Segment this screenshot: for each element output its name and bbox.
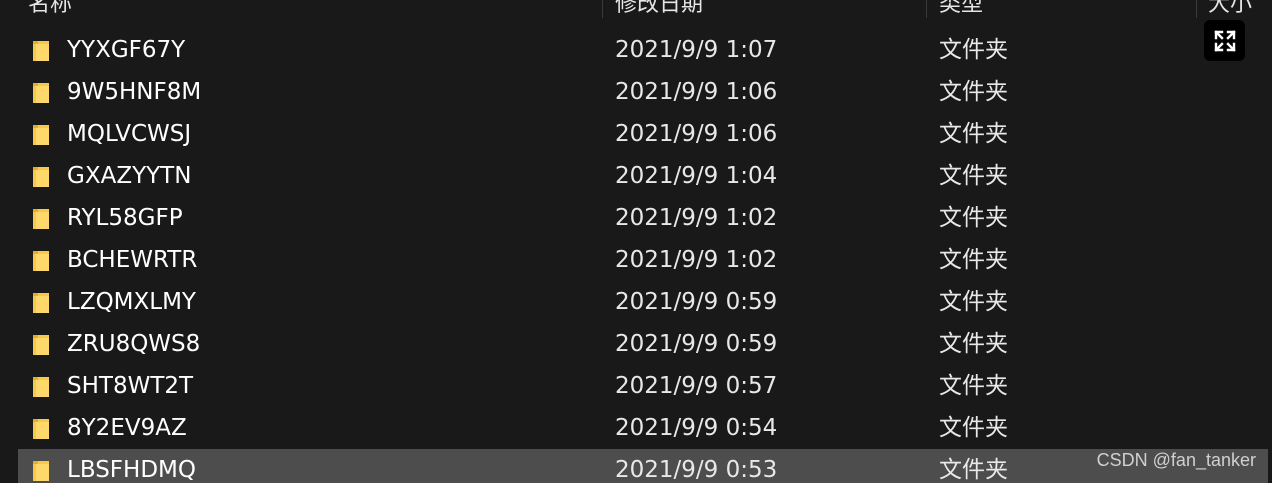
- folder-icon: [30, 249, 52, 273]
- file-name[interactable]: MQLVCWSJ: [67, 113, 191, 155]
- file-name[interactable]: 8Y2EV9AZ: [67, 407, 187, 449]
- folder-icon: [30, 291, 52, 315]
- column-header-bar: 名称 修改日期 类型 大小: [0, 0, 1272, 18]
- folder-icon: [30, 39, 52, 63]
- folder-icon: [30, 81, 52, 105]
- column-divider[interactable]: [1196, 0, 1197, 18]
- file-modified-date: 2021/9/9 0:53: [615, 457, 778, 483]
- column-header-name[interactable]: 名称: [28, 0, 72, 18]
- column-divider[interactable]: [926, 0, 927, 18]
- file-modified-date: 2021/9/9 0:59: [615, 289, 778, 315]
- file-row[interactable]: RYL58GFP 2021/9/9 1:02 文件夹: [18, 197, 1268, 239]
- file-name[interactable]: RYL58GFP: [67, 197, 183, 239]
- file-name[interactable]: 9W5HNF8M: [67, 71, 201, 113]
- file-type: 文件夹: [939, 79, 1008, 105]
- column-divider[interactable]: [602, 0, 603, 18]
- file-type: 文件夹: [939, 331, 1008, 357]
- file-modified-date: 2021/9/9 0:59: [615, 331, 778, 357]
- file-type: 文件夹: [939, 415, 1008, 441]
- folder-icon: [30, 207, 52, 231]
- file-row[interactable]: ZRU8QWS8 2021/9/9 0:59 文件夹: [18, 323, 1268, 365]
- column-header-type[interactable]: 类型: [939, 0, 983, 18]
- file-name[interactable]: SHT8WT2T: [67, 365, 193, 407]
- folder-icon: [30, 123, 52, 147]
- watermark: CSDN @fan_tanker: [1096, 450, 1256, 470]
- folder-icon: [30, 333, 52, 357]
- file-list: YYXGF67Y 2021/9/9 1:07 文件夹 9W5HNF8M 2021/9/9…: [0, 29, 1272, 483]
- file-modified-date: 2021/9/9 1:02: [615, 205, 778, 231]
- file-type: 文件夹: [939, 121, 1008, 147]
- file-name[interactable]: LZQMXLMY: [67, 281, 196, 323]
- file-type: 文件夹: [939, 457, 1008, 483]
- file-type: 文件夹: [939, 247, 1008, 273]
- file-type: 文件夹: [939, 373, 1008, 399]
- folder-icon: [30, 165, 52, 189]
- file-type: 文件夹: [939, 37, 1008, 63]
- file-modified-date: 2021/9/9 1:02: [615, 247, 778, 273]
- file-row[interactable]: GXAZYYTN 2021/9/9 1:04 文件夹: [18, 155, 1268, 197]
- folder-icon: [30, 375, 52, 399]
- file-row[interactable]: YYXGF67Y 2021/9/9 1:07 文件夹: [18, 29, 1268, 71]
- file-row[interactable]: BCHEWRTR 2021/9/9 1:02 文件夹: [18, 239, 1268, 281]
- file-type: 文件夹: [939, 289, 1008, 315]
- folder-icon: [30, 417, 52, 441]
- file-row[interactable]: LZQMXLMY 2021/9/9 0:59 文件夹: [18, 281, 1268, 323]
- file-modified-date: 2021/9/9 0:54: [615, 415, 778, 441]
- file-name[interactable]: ZRU8QWS8: [67, 323, 200, 365]
- file-name[interactable]: LBSFHDMQ: [67, 449, 196, 483]
- file-name[interactable]: GXAZYYTN: [67, 155, 191, 197]
- file-modified-date: 2021/9/9 0:57: [615, 373, 778, 399]
- expand-button[interactable]: [1204, 20, 1245, 61]
- file-row[interactable]: LBSFHDMQ 2021/9/9 0:53 文件夹: [18, 449, 1268, 483]
- file-row[interactable]: MQLVCWSJ 2021/9/9 1:06 文件夹: [18, 113, 1268, 155]
- file-modified-date: 2021/9/9 1:06: [615, 79, 778, 105]
- file-row[interactable]: 8Y2EV9AZ 2021/9/9 0:54 文件夹: [18, 407, 1268, 449]
- file-modified-date: 2021/9/9 1:07: [615, 37, 778, 63]
- file-type: 文件夹: [939, 163, 1008, 189]
- file-name[interactable]: YYXGF67Y: [67, 29, 185, 71]
- file-row[interactable]: SHT8WT2T 2021/9/9 0:57 文件夹: [18, 365, 1268, 407]
- file-modified-date: 2021/9/9 1:04: [615, 163, 778, 189]
- expand-icon: [1213, 29, 1236, 52]
- file-explorer-window: 名称 修改日期 类型 大小 YYXGF67Y 2021/9/9 1:07 文件夹 9W…: [0, 0, 1272, 483]
- file-modified-date: 2021/9/9 1:06: [615, 121, 778, 147]
- column-header-size[interactable]: 大小: [1208, 0, 1252, 18]
- file-type: 文件夹: [939, 205, 1008, 231]
- file-row[interactable]: 9W5HNF8M 2021/9/9 1:06 文件夹: [18, 71, 1268, 113]
- file-name[interactable]: BCHEWRTR: [67, 239, 197, 281]
- column-header-date[interactable]: 修改日期: [615, 0, 703, 18]
- folder-icon: [30, 459, 52, 483]
